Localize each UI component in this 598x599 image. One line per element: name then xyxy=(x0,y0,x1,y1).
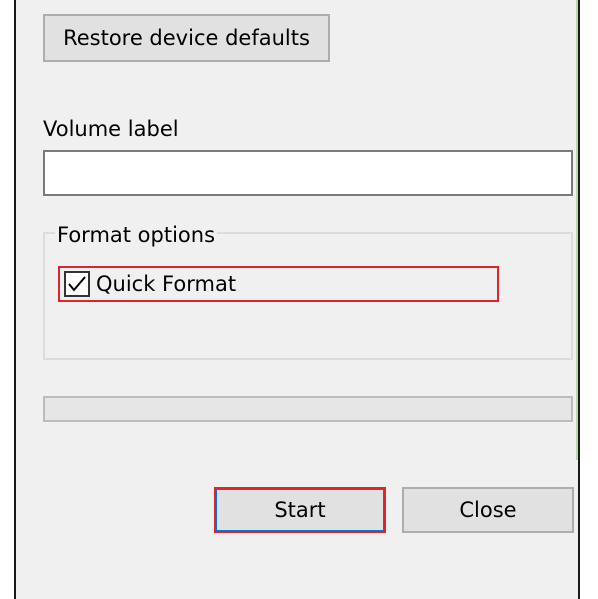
start-button[interactable]: Start xyxy=(214,487,386,533)
format-progress-bar xyxy=(43,396,573,422)
window-edge-accent xyxy=(576,0,578,460)
quick-format-checkbox[interactable]: Quick Format xyxy=(58,266,499,302)
volume-label-caption: Volume label xyxy=(43,117,179,141)
checkbox-box[interactable] xyxy=(64,271,90,297)
screenshot-frame: Restore device defaults Volume label For… xyxy=(0,0,598,599)
checkmark-icon xyxy=(68,276,86,292)
quick-format-label: Quick Format xyxy=(96,272,237,296)
format-options-group-label: Format options xyxy=(55,222,218,248)
format-dialog: Restore device defaults Volume label For… xyxy=(14,0,580,599)
restore-device-defaults-button[interactable]: Restore device defaults xyxy=(43,14,330,62)
close-button[interactable]: Close xyxy=(402,487,574,533)
volume-label-input[interactable] xyxy=(43,150,573,196)
